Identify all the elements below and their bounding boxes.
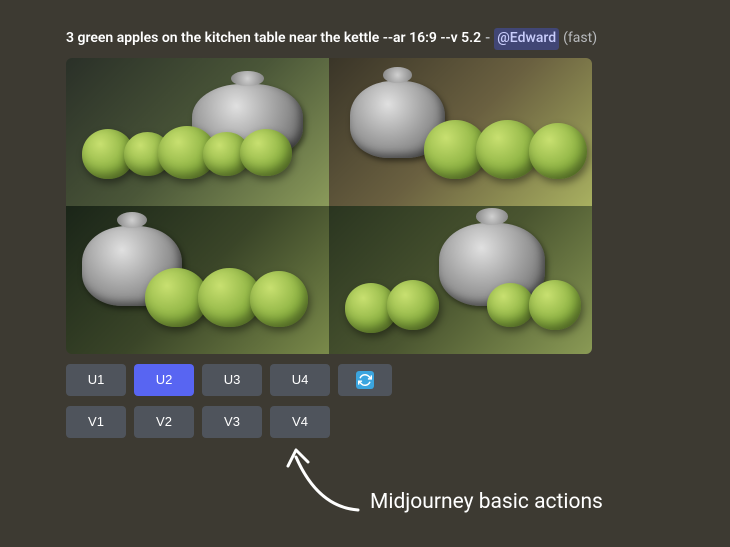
prompt-line: 3 green apples on the kitchen table near… — [66, 28, 730, 50]
image-grid[interactable] — [66, 58, 592, 354]
variation-2-button[interactable]: V2 — [134, 406, 194, 438]
prompt-text: 3 green apples on the kitchen table near… — [66, 29, 481, 49]
upscale-button-row: U1 U2 U3 U4 — [66, 364, 730, 396]
reroll-button[interactable] — [338, 364, 392, 396]
variation-3-button[interactable]: V3 — [202, 406, 262, 438]
generated-image-3[interactable] — [66, 206, 329, 354]
upscale-1-button[interactable]: U1 — [66, 364, 126, 396]
variation-4-button[interactable]: V4 — [270, 406, 330, 438]
variation-button-row: V1 V2 V3 V4 — [66, 406, 730, 438]
generated-image-1[interactable] — [66, 58, 329, 206]
upscale-3-button[interactable]: U3 — [202, 364, 262, 396]
generated-image-2[interactable] — [329, 58, 592, 206]
annotation-callout: Midjourney basic actions — [280, 442, 603, 514]
variation-1-button[interactable]: V1 — [66, 406, 126, 438]
reroll-icon — [356, 371, 374, 389]
discord-message: 3 green apples on the kitchen table near… — [0, 0, 730, 438]
prompt-separator: - — [485, 29, 490, 49]
upscale-2-button[interactable]: U2 — [134, 364, 194, 396]
upscale-4-button[interactable]: U4 — [270, 364, 330, 396]
generation-mode: (fast) — [563, 29, 597, 49]
user-mention[interactable]: @Edward — [494, 28, 559, 50]
generated-image-4[interactable] — [329, 206, 592, 354]
annotation-text: Midjourney basic actions — [370, 490, 603, 514]
arrow-icon — [278, 442, 368, 522]
